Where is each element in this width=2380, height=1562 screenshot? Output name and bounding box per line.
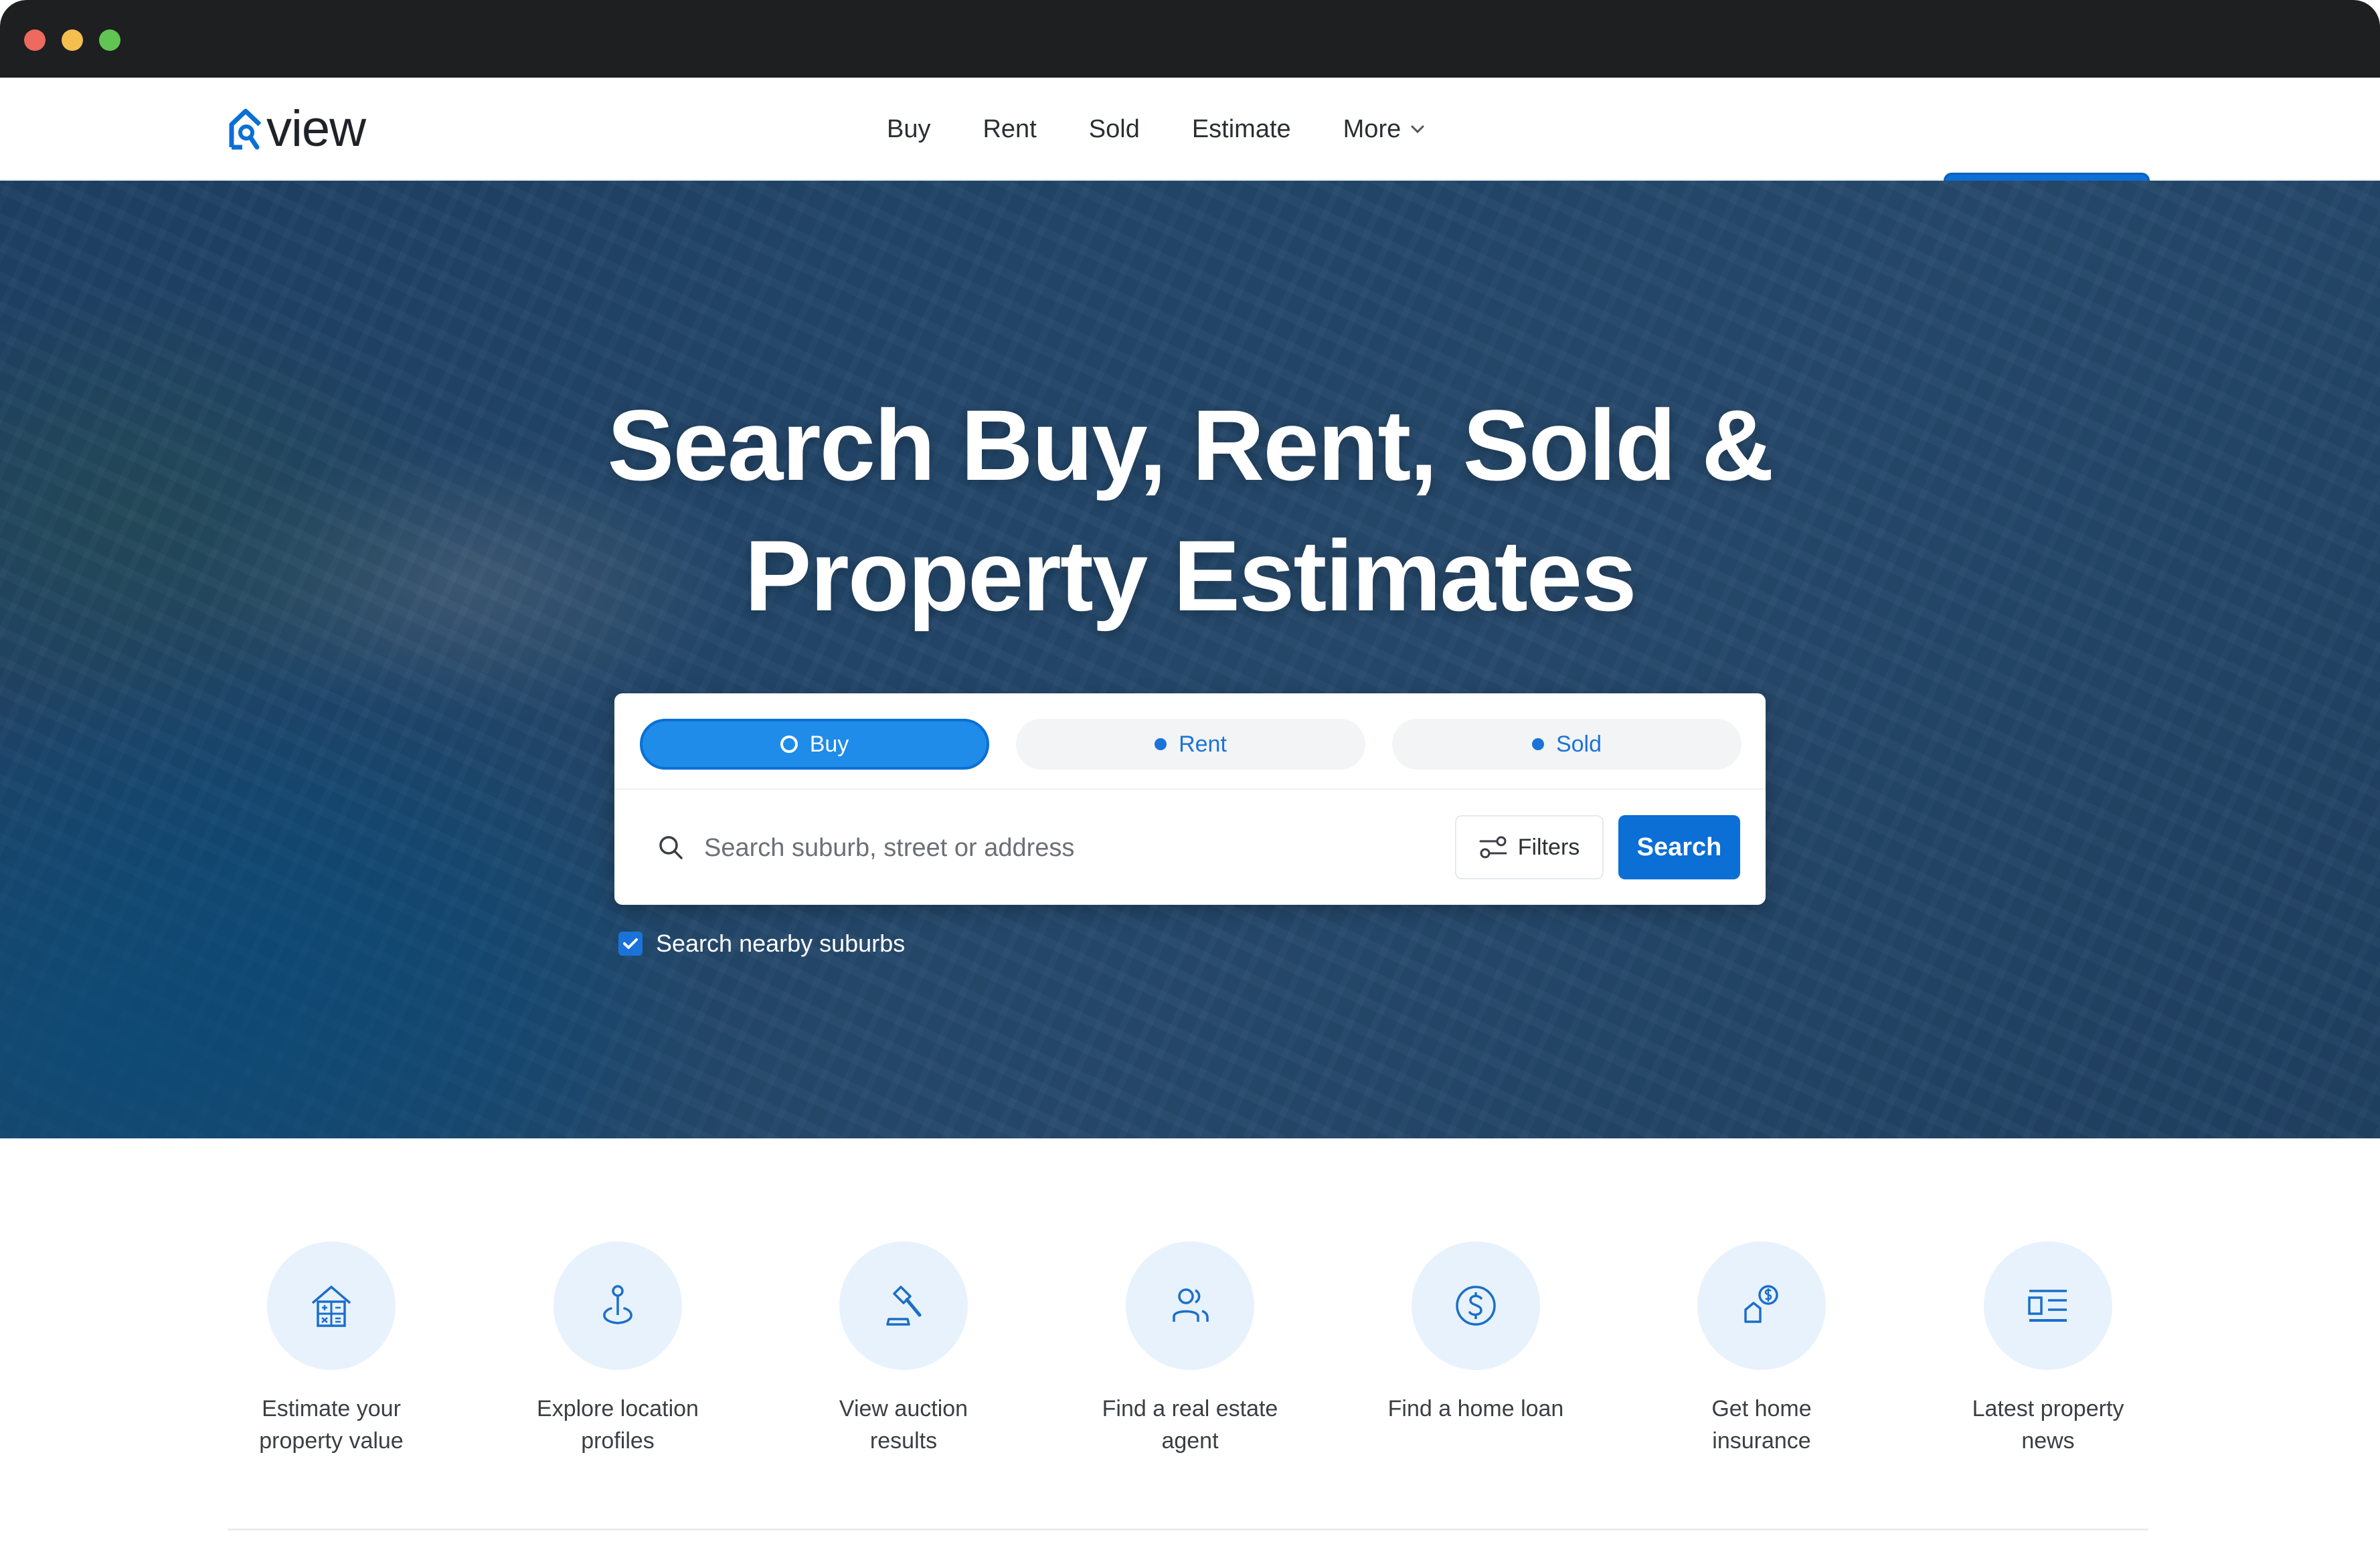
nav-more-label: More xyxy=(1343,114,1401,143)
tab-buy-label: Buy xyxy=(809,731,849,757)
tab-buy[interactable]: Buy xyxy=(640,719,989,770)
search-nearby-label: Search nearby suburbs xyxy=(656,930,906,957)
search-input[interactable] xyxy=(704,825,1373,871)
feature-label: Explore location profiles xyxy=(497,1393,738,1457)
feature-icon-circle xyxy=(554,1241,682,1370)
tab-sold[interactable]: Sold xyxy=(1392,719,1741,770)
search-button[interactable]: Search xyxy=(1618,815,1740,879)
feature-icon-circle xyxy=(1126,1241,1254,1370)
hero-overlay xyxy=(0,181,2380,1138)
search-icon xyxy=(659,836,683,859)
feature-home-loan[interactable]: Find a home loan xyxy=(1342,1241,1610,1425)
nav-estimate[interactable]: Estimate xyxy=(1192,115,1291,144)
search-card: Buy Rent Sold Filters xyxy=(614,693,1766,905)
feature-label: Get home insurance xyxy=(1641,1393,1882,1457)
chevron-down-icon xyxy=(1411,125,1424,134)
feature-label-line: results xyxy=(869,1428,938,1454)
section-divider xyxy=(228,1529,2148,1531)
location-pin-icon xyxy=(603,1285,632,1324)
nav-buy[interactable]: Buy xyxy=(887,115,930,144)
feature-label-line: news xyxy=(2021,1428,2075,1454)
sliders-icon xyxy=(1479,836,1507,859)
feature-find-agent[interactable]: Find a real estate agent xyxy=(1056,1241,1324,1457)
feature-estimate-value[interactable]: Estimate your property value xyxy=(197,1241,465,1457)
feature-label-line: Latest property xyxy=(1972,1396,2124,1421)
search-type-tabs: Buy Rent Sold xyxy=(640,719,1741,770)
radio-selected-icon xyxy=(780,735,798,753)
minimize-window-button[interactable] xyxy=(62,29,83,51)
nav-more-dropdown[interactable]: More xyxy=(1343,115,1426,144)
feature-location-profiles[interactable]: Explore location profiles xyxy=(484,1241,752,1457)
tab-rent-label: Rent xyxy=(1179,731,1227,757)
feature-label-line: property value xyxy=(259,1428,404,1454)
feature-label-line: Find a home loan xyxy=(1387,1396,1564,1421)
feature-icon-circle xyxy=(1412,1241,1540,1370)
nav-buy-label: Buy xyxy=(887,114,931,143)
feature-icon-circle xyxy=(839,1241,968,1370)
home-insurance-icon xyxy=(1744,1285,1778,1323)
quick-links-section: Estimate your property value Explore loc… xyxy=(0,1241,2380,1496)
nav-estimate-label: Estimate xyxy=(1191,114,1291,143)
feature-label-line: Find a real estate xyxy=(1102,1396,1278,1421)
hero-section: Search Buy, Rent, Sold & Property Estima… xyxy=(0,181,2380,1138)
site-header: view Buy Rent Sold Estimate More Join / … xyxy=(0,78,2380,242)
window-title-bar xyxy=(0,0,2380,78)
site-logo[interactable]: view xyxy=(228,100,366,157)
feature-home-insurance[interactable]: Get home insurance xyxy=(1628,1241,1895,1457)
feature-property-news[interactable]: Latest property news xyxy=(1914,1241,2182,1457)
maximize-window-button[interactable] xyxy=(99,29,120,51)
auction-gavel-icon xyxy=(886,1286,922,1326)
feature-label-line: Estimate your xyxy=(262,1396,401,1421)
nav-sold[interactable]: Sold xyxy=(1089,115,1140,144)
feature-label-line: View auction xyxy=(839,1396,968,1421)
house-calculator-icon xyxy=(311,1286,351,1327)
feature-label-line: Get home xyxy=(1711,1396,1812,1421)
feature-label: Latest property news xyxy=(1928,1393,2169,1457)
main-nav: Buy Rent Sold Estimate More xyxy=(887,78,1425,181)
agents-icon xyxy=(1173,1288,1209,1322)
feature-label-line: insurance xyxy=(1712,1428,1811,1454)
filters-label: Filters xyxy=(1517,834,1580,860)
feature-label: Estimate your property value xyxy=(211,1393,452,1457)
logo-text: view xyxy=(266,100,366,157)
checkbox-checked-icon[interactable] xyxy=(618,932,643,956)
feature-label-line: Explore location xyxy=(537,1396,699,1421)
hero-title-line-2: Property Estimates xyxy=(744,519,1636,632)
close-window-button[interactable] xyxy=(24,29,46,51)
tab-rent[interactable]: Rent xyxy=(1016,719,1365,770)
tab-sold-label: Sold xyxy=(1555,731,1602,757)
news-icon xyxy=(2028,1290,2067,1322)
feature-icon-circle xyxy=(267,1241,396,1370)
nav-rent-label: Rent xyxy=(983,114,1037,143)
house-search-logo-icon xyxy=(229,108,262,150)
card-divider xyxy=(614,788,1766,790)
feature-label: Find a real estate agent xyxy=(1070,1393,1310,1457)
radio-dot-icon xyxy=(1531,738,1544,750)
feature-label: Find a home loan xyxy=(1355,1393,1596,1425)
hero-title-line-1: Search Buy, Rent, Sold & xyxy=(607,389,1774,501)
feature-icon-circle xyxy=(1984,1241,2112,1370)
search-nearby-checkbox[interactable]: Search nearby suburbs xyxy=(618,930,905,958)
radio-dot-icon xyxy=(1155,738,1167,750)
feature-label-line: profiles xyxy=(581,1428,655,1454)
filters-button[interactable]: Filters xyxy=(1455,815,1604,879)
feature-label: View auction results xyxy=(783,1393,1024,1457)
feature-icon-circle xyxy=(1697,1241,1826,1370)
dollar-circle-icon xyxy=(1456,1286,1496,1326)
checkmark-icon xyxy=(623,938,638,949)
feature-auction-results[interactable]: View auction results xyxy=(770,1241,1037,1457)
nav-rent[interactable]: Rent xyxy=(983,115,1036,144)
nav-sold-label: Sold xyxy=(1088,114,1140,143)
feature-label-line: agent xyxy=(1161,1428,1219,1454)
